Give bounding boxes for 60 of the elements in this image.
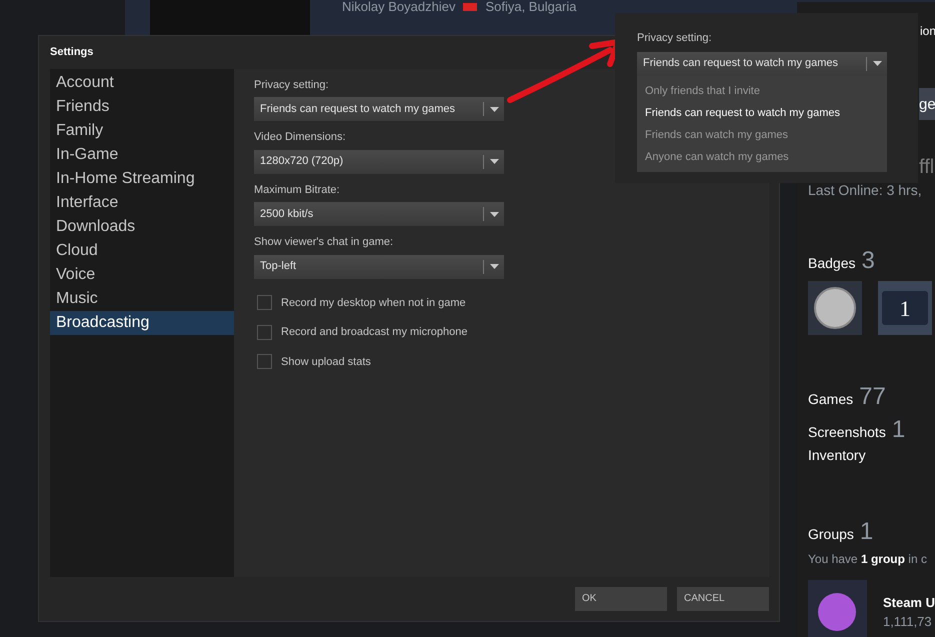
badges-label[interactable]: Badges — [808, 253, 856, 274]
sidebar-item[interactable]: Cloud — [50, 238, 234, 262]
select-field[interactable]: Friends can request to watch my games — [637, 52, 887, 76]
field-label: Video Dimensions: — [254, 130, 346, 145]
caret-icon — [490, 106, 499, 112]
groups-count: 1 — [860, 517, 874, 547]
group-avatar[interactable] — [808, 580, 867, 637]
group-members: 1,111,73 — [882, 613, 933, 631]
field-label: Privacy setting: — [254, 78, 329, 92]
checkbox-label: Record my desktop when not in game — [281, 296, 466, 310]
dropdown-option[interactable]: Anyone can watch my games — [637, 146, 887, 168]
select-field[interactable]: Friends can request to watch my games — [254, 97, 504, 121]
sidebar-item[interactable]: In-Home Streaming — [50, 166, 234, 190]
status-text: ffl — [919, 155, 934, 180]
group-name[interactable]: Steam U — [882, 592, 935, 612]
groups-label[interactable]: Groups — [808, 524, 854, 545]
stat-label[interactable]: Games — [808, 389, 854, 410]
stat-count: 1 — [892, 415, 906, 445]
sidebar-item[interactable]: Interface — [50, 190, 234, 214]
select-field[interactable]: Top-left — [254, 254, 504, 278]
sidebar-item[interactable]: Family — [50, 118, 234, 142]
dropdown-option[interactable]: Only friends that I invite — [637, 80, 887, 102]
caret-icon — [490, 264, 499, 269]
sidebar-item[interactable]: Voice — [50, 262, 234, 286]
select-field[interactable]: 2500 kbit/s — [254, 202, 504, 226]
caret-icon — [490, 212, 499, 216]
status-text: ion — [920, 23, 935, 40]
checkbox[interactable] — [257, 324, 272, 340]
caret-icon — [873, 61, 882, 66]
select-field[interactable]: 1280x720 (720p) — [254, 150, 504, 174]
stat-label[interactable]: Screenshots — [808, 422, 886, 443]
profile-name: Nikolay Boyadzhiev — [342, 0, 456, 16]
dropdown-option[interactable]: Friends can watch my games — [637, 124, 887, 146]
field-label: Maximum Bitrate: — [254, 182, 340, 198]
profile-location: Sofiya, Bulgaria — [485, 0, 577, 16]
checkbox-label: Show upload stats — [281, 354, 371, 370]
sidebar-item[interactable]: Broadcasting — [50, 310, 234, 334]
dialog-button[interactable]: CANCEL — [677, 586, 769, 610]
checkbox[interactable] — [257, 295, 272, 310]
sidebar-item[interactable]: Downloads — [50, 214, 234, 238]
dropdown-option[interactable]: Friends can request to watch my games — [637, 102, 887, 124]
last-online-text: Last Online: 3 hrs, — [808, 181, 923, 200]
dialog-button[interactable]: OK — [575, 586, 667, 610]
stat-count: 77 — [859, 382, 886, 412]
caret-icon — [490, 159, 499, 164]
window-title: Settings — [50, 45, 94, 60]
field-label: Privacy setting: — [637, 31, 712, 46]
badge-icon[interactable] — [808, 281, 862, 335]
checkbox-label: Record and broadcast my microphone — [281, 325, 468, 340]
badges-count: 3 — [861, 246, 875, 276]
field-label: Show viewer's chat in game: — [254, 235, 394, 250]
sidebar-item[interactable]: Account — [50, 70, 234, 94]
checkbox[interactable] — [257, 354, 272, 370]
profile-button[interactable]: ge — [919, 88, 935, 120]
sidebar-item[interactable]: Music — [50, 286, 234, 310]
sidebar-item[interactable]: Friends — [50, 94, 234, 118]
sidebar-item[interactable]: In-Game — [50, 142, 234, 166]
groups-summary: You have 1 group in c — [808, 551, 927, 568]
badge-icon[interactable]: 1 — [878, 281, 932, 335]
stat-label[interactable]: Inventory — [808, 445, 866, 466]
